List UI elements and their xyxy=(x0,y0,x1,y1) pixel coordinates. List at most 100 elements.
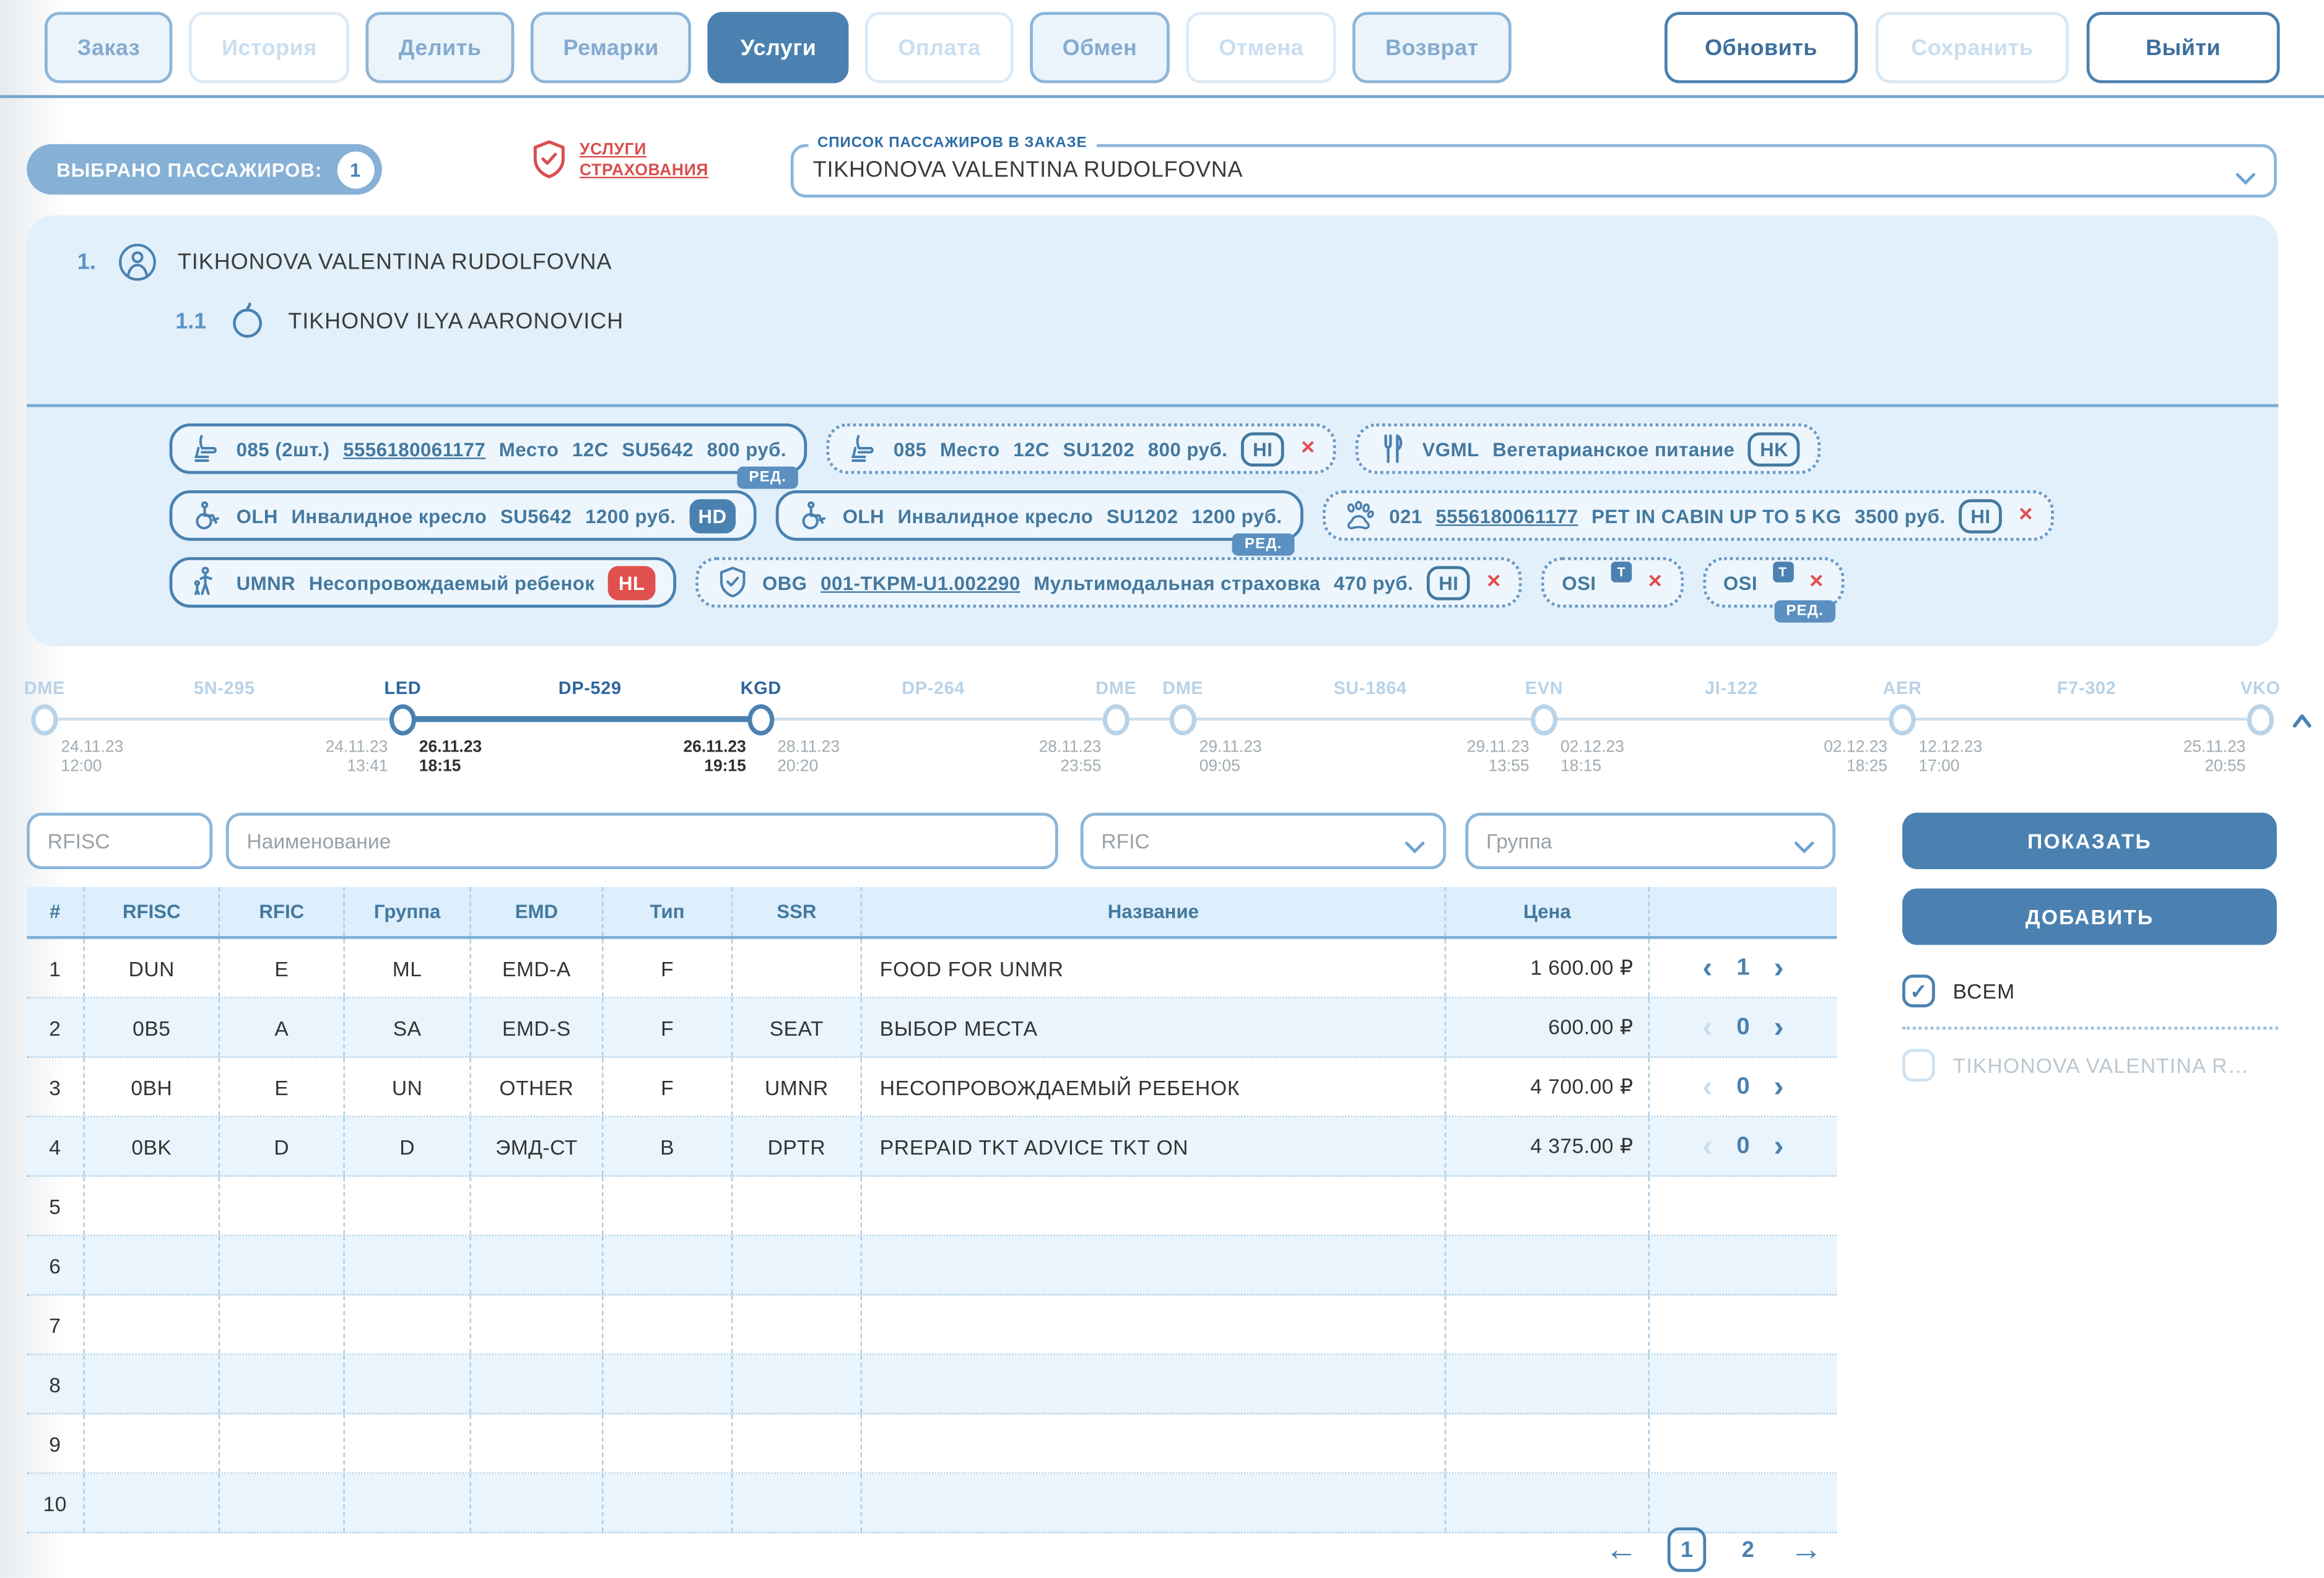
cell: 0B5 xyxy=(85,999,220,1057)
document-number-link[interactable]: 001-TKPM-U1.002290 xyxy=(820,571,1021,594)
chip-text: OLH xyxy=(843,505,884,527)
cell: 9 xyxy=(27,1415,85,1473)
service-chip-meal-vgml[interactable]: VGMLВегетарианское питаниеHK xyxy=(1356,423,1821,474)
cell xyxy=(733,1236,862,1294)
passenger-checkbox[interactable] xyxy=(1902,1049,1935,1082)
timeline-arrival-datetime: 24.11.2313:41 xyxy=(326,739,388,777)
cell xyxy=(1650,1474,1837,1532)
service-chip-seat-085-su1202[interactable]: 085Место12CSU1202800 руб.HI× xyxy=(827,423,1336,474)
timeline-node-vko[interactable] xyxy=(2247,704,2274,735)
timeline-node-evn[interactable] xyxy=(1531,704,1557,735)
quantity-value: 1 xyxy=(1736,955,1750,981)
page-1[interactable]: 1 xyxy=(1668,1527,1706,1572)
next-page-icon[interactable]: → xyxy=(1790,1533,1822,1566)
toolbar-button-history[interactable]: История xyxy=(189,12,349,83)
timeline-node-dme[interactable] xyxy=(31,704,58,735)
toolbar-button-refresh[interactable]: Обновить xyxy=(1665,12,1858,83)
prev-page-icon[interactable]: ← xyxy=(1605,1533,1638,1566)
edit-tag[interactable]: РЕД. xyxy=(1774,600,1835,623)
column-header: Группа xyxy=(345,887,471,936)
toolbar-button-exchange[interactable]: Обмен xyxy=(1030,12,1170,83)
document-number-link[interactable]: 5556180061177 xyxy=(343,438,485,460)
toolbar-button-refund[interactable]: Возврат xyxy=(1352,12,1511,83)
toolbar-button-remarks[interactable]: Ремарки xyxy=(531,12,692,83)
table-header-row: #RFISCRFICГруппаEMDТипSSRНазваниеЦена xyxy=(27,887,1837,939)
cell xyxy=(603,1355,733,1413)
group-filter-select[interactable]: Группа xyxy=(1465,813,1835,869)
page-2[interactable]: 2 xyxy=(1736,1537,1760,1563)
toolbar-button-save[interactable]: Сохранить xyxy=(1876,12,2069,83)
timeline-node-led[interactable] xyxy=(390,704,416,735)
cell: SEAT xyxy=(733,999,862,1057)
toolbar-button-cancel[interactable]: Отмена xyxy=(1186,12,1336,83)
rfic-filter-select[interactable]: RFIC xyxy=(1081,813,1446,869)
service-chip-seat-085-su5642[interactable]: 085 (2шт.)5556180061177Место12CSU5642800… xyxy=(170,423,807,474)
cell xyxy=(85,1474,220,1532)
table-row[interactable]: 30BHEUNOTHERFUMNRНЕСОПРОВОЖДАЕМЫЙ РЕБЕНО… xyxy=(27,1058,1837,1117)
chip-text: 12C xyxy=(572,438,609,460)
passenger-list-select-value: TIKHONOVA VALENTINA RUDOLFOVNA xyxy=(794,147,2274,195)
service-chip-wheelchair-su5642[interactable]: OLHИнвалидное креслоSU56421200 руб.HD xyxy=(170,490,757,541)
cell: 5 xyxy=(27,1177,85,1235)
remove-icon[interactable]: × xyxy=(1648,571,1663,594)
timeline-node-kgd[interactable] xyxy=(747,704,774,735)
chip-text: Мультимодальная страховка xyxy=(1034,571,1320,594)
rfisc-filter-input[interactable] xyxy=(27,813,212,869)
cell xyxy=(220,1355,345,1413)
service-chip-osi-2[interactable]: OSIT×РЕД. xyxy=(1702,557,1844,608)
insurance-services-link[interactable]: УСЛУГИ СТРАХОВАНИЯ xyxy=(531,138,708,181)
increase-icon[interactable]: › xyxy=(1774,1132,1785,1161)
document-number-link[interactable]: 5556180061177 xyxy=(1435,505,1578,527)
service-chip-row: 085 (2шт.)5556180061177Место12CSU5642800… xyxy=(170,423,2054,474)
edit-tag[interactable]: РЕД. xyxy=(737,467,798,489)
all-checkbox[interactable]: ✓ xyxy=(1902,974,1935,1007)
timeline-node-dme[interactable] xyxy=(1170,704,1196,735)
service-chip-wheelchair-su1202[interactable]: OLHИнвалидное креслоSU12021200 руб.РЕД. xyxy=(776,490,1303,541)
service-chip-insurance-obg[interactable]: OBG 001-TKPM-U1.002290 Мультимодальная стр… xyxy=(695,557,1522,608)
increase-icon[interactable]: › xyxy=(1774,1072,1785,1102)
chip-text: Место xyxy=(499,438,559,460)
stepper-cell: ‹0› xyxy=(1650,999,1837,1057)
chip-text: 1200 руб. xyxy=(585,505,676,527)
toolbar-button-payment[interactable]: Оплата xyxy=(866,12,1014,83)
cell: F xyxy=(603,939,733,997)
remove-icon[interactable]: × xyxy=(1301,437,1315,461)
table-row[interactable]: 20B5ASAEMD-SFSEATВЫБОР МЕСТА600.00 ₽‹0› xyxy=(27,999,1837,1058)
status-badge-hd: HD xyxy=(689,498,736,532)
toolbar-button-order[interactable]: Заказ xyxy=(45,12,173,83)
toolbar-right: Обновить Сохранить Выйти xyxy=(1665,12,2280,83)
toolbar-button-split[interactable]: Делить xyxy=(366,12,514,83)
remove-icon[interactable]: × xyxy=(1809,571,1824,594)
timeline-node-aer[interactable] xyxy=(1889,704,1915,735)
remove-icon[interactable]: × xyxy=(2019,504,2033,527)
timeline-station-label: KGD xyxy=(741,677,781,698)
cell xyxy=(1446,1236,1650,1294)
timeline-node-dme[interactable] xyxy=(1103,704,1129,735)
edit-tag[interactable]: РЕД. xyxy=(1233,534,1294,556)
service-chip-osi-1[interactable]: OSIT× xyxy=(1541,557,1683,608)
passenger-row-infant[interactable]: 1.1TIKHONOV ILYA AARONOVICH xyxy=(175,301,624,342)
cell: OTHER xyxy=(471,1058,604,1116)
increase-icon[interactable]: › xyxy=(1774,953,1785,983)
name-filter-input[interactable] xyxy=(226,813,1058,869)
insurance-line2: СТРАХОВАНИЯ xyxy=(580,160,708,181)
table-row[interactable]: 40BKDDЭМД-СТBDPTRPREPAID TKT ADVICE TKT … xyxy=(27,1117,1837,1177)
decrease-icon: ‹ xyxy=(1702,1013,1713,1043)
remove-icon[interactable]: × xyxy=(1487,571,1501,594)
add-button[interactable]: ДОБАВИТЬ xyxy=(1902,888,2277,945)
passenger-list-select[interactable]: СПИСОК ПАССАЖИРОВ В ЗАКАЗЕ TIKHONOVA VAL… xyxy=(791,144,2277,197)
show-button[interactable]: ПОКАЗАТЬ xyxy=(1902,813,2277,869)
table-row[interactable]: 1DUNEMLEMD-AFFOOD FOR UNMR1 600.00 ₽‹1› xyxy=(27,939,1837,999)
cell xyxy=(345,1296,471,1354)
chip-text: OBG xyxy=(762,571,807,594)
service-chip-umnr[interactable]: UMNRНесопровождаемый ребенокHL xyxy=(170,557,676,608)
toolbar-button-exit[interactable]: Выйти xyxy=(2087,12,2280,83)
selected-passengers-badge: ВЫБРАНО ПАССАЖИРОВ: 1 xyxy=(27,144,381,195)
service-chip-pet-021[interactable]: 0215556180061177PET IN CABIN UP TO 5 KG3… xyxy=(1322,490,2053,541)
increase-icon[interactable]: › xyxy=(1774,1013,1785,1043)
timeline-active-segment xyxy=(403,716,760,722)
decrease-icon[interactable]: ‹ xyxy=(1702,953,1713,983)
toolbar-button-services[interactable]: Услуги xyxy=(708,12,849,83)
passenger-row-adult[interactable]: 1.TIKHONOVA VALENTINA RUDOLFOVNA xyxy=(77,242,612,282)
collapse-icon[interactable] xyxy=(2292,709,2313,724)
